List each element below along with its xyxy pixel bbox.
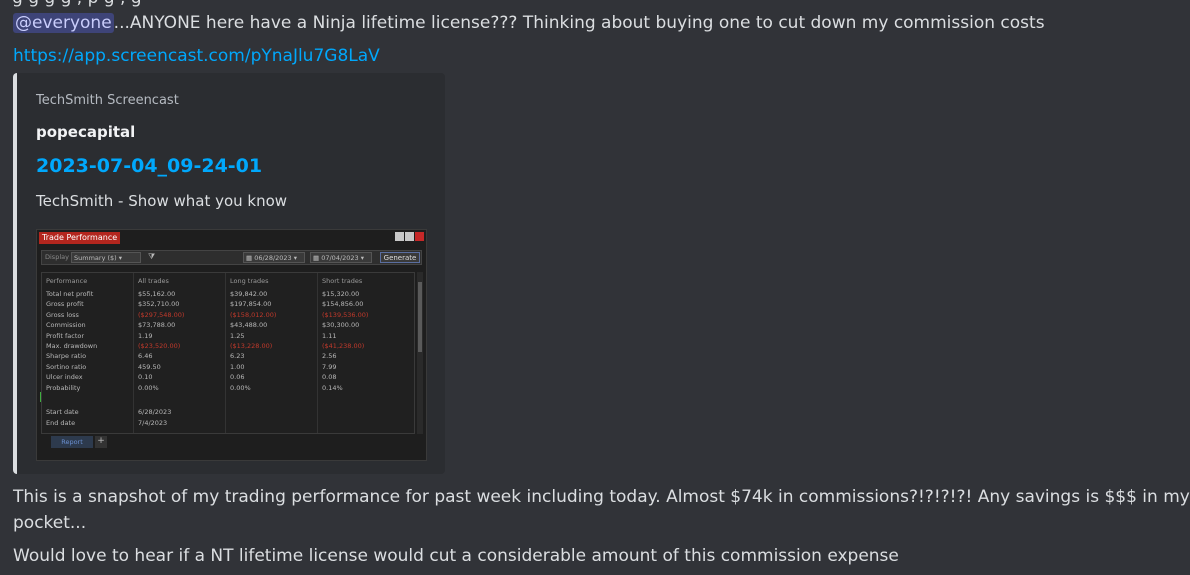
message-text-1: ...ANYONE here have a Ninja lifetime lic… xyxy=(113,13,1045,33)
column-header: Long trades xyxy=(230,277,269,285)
add-tab-icon: + xyxy=(95,436,107,448)
row-label: Probability xyxy=(46,383,81,392)
window-buttons xyxy=(395,232,424,241)
green-marker xyxy=(40,392,41,402)
row-label: Sharpe ratio xyxy=(46,352,87,361)
embed-screenshot[interactable]: Trade Performance Display Summary ($) ▾ … xyxy=(36,229,427,461)
row-label: Sortino ratio xyxy=(46,362,87,371)
cell-short-trades: 7.99 xyxy=(322,362,337,371)
embed-provider[interactable]: TechSmith Screencast xyxy=(36,93,179,108)
message-paragraph-1-line-2: pocket... xyxy=(13,513,87,533)
message-paragraph-1-line-1: This is a snapshot of my trading perform… xyxy=(13,487,1190,507)
date-to: ▦ 07/04/2023 ▾ xyxy=(310,252,372,263)
cell-short-trades: $154,856.00 xyxy=(322,300,364,309)
cell-long-trades: $39,842.00 xyxy=(230,290,268,298)
row-label: Commission xyxy=(46,321,86,330)
cell-all-trades: $73,788.00 xyxy=(138,321,176,330)
maximize-icon xyxy=(405,232,414,241)
screencast-link[interactable]: https://app.screencast.com/pYnaJlu7G8LaV xyxy=(13,46,380,66)
cell-long-trades: 1.25 xyxy=(230,331,245,340)
cell-long-trades: 0.00% xyxy=(230,383,251,392)
everyone-mention[interactable]: @everyone xyxy=(13,13,114,33)
cell-long-trades: $43,488.00 xyxy=(230,321,268,330)
cell-all-trades: 0.10 xyxy=(138,373,153,382)
cell-long-trades: ($13,228.00) xyxy=(230,342,273,350)
display-select: Summary ($) ▾ xyxy=(71,252,141,263)
cell-short-trades: 1.11 xyxy=(322,331,337,340)
funnel-icon: ⧩ xyxy=(148,252,156,261)
cell-long-trades: 0.06 xyxy=(230,373,245,382)
row-label: Profit factor xyxy=(46,331,85,340)
cell-short-trades: $15,320.00 xyxy=(322,290,360,298)
cell-short-trades: 0.14% xyxy=(322,383,343,392)
performance-grid: Performance All trades Long trades Short tr… xyxy=(41,272,415,434)
link-embed: TechSmith Screencast popecapital 2023-07… xyxy=(13,73,445,474)
date-from: ▦ 06/28/2023 ▾ xyxy=(243,252,305,263)
generate-button: Generate xyxy=(380,252,420,263)
cell-short-trades: ($41,238.00) xyxy=(322,342,365,350)
row-label: End date xyxy=(46,419,76,427)
message-line-1: @everyone ...ANYONE here have a Ninja lif… xyxy=(13,12,1045,34)
cell-long-trades: ($158,012.00) xyxy=(230,310,277,319)
cell-all-trades: ($297,548.00) xyxy=(138,310,185,319)
window-title: Trade Performance xyxy=(39,232,121,244)
cell-long-trades: 1.00 xyxy=(230,362,245,371)
cell-short-trades: 0.08 xyxy=(322,373,337,382)
message-paragraph-2: Would love to hear if a NT lifetime lice… xyxy=(13,546,899,566)
cell-all-trades: 7/4/2023 xyxy=(138,419,168,427)
row-label: Total net profit xyxy=(46,290,94,298)
row-label: Ulcer index xyxy=(46,373,83,382)
cell-all-trades: 1.19 xyxy=(138,331,153,340)
column-header: All trades xyxy=(138,277,169,285)
close-icon xyxy=(415,232,424,241)
tab-bar: Report + xyxy=(51,436,107,448)
cell-all-trades: 6/28/2023 xyxy=(138,408,172,416)
display-label: Display xyxy=(45,253,69,261)
row-label: Gross loss xyxy=(46,310,79,319)
cut-off-previous-line: g g g g , p g , g xyxy=(12,0,142,8)
cell-all-trades: $55,162.00 xyxy=(138,290,176,298)
embed-author[interactable]: popecapital xyxy=(36,123,135,141)
cell-all-trades: 459.50 xyxy=(138,362,161,371)
cell-all-trades: $352,710.00 xyxy=(138,300,180,309)
cell-all-trades: 6.46 xyxy=(138,352,153,361)
row-label: Max. drawdown xyxy=(46,342,98,350)
column-header: Short trades xyxy=(322,277,363,285)
cell-long-trades: 6.23 xyxy=(230,352,245,361)
cell-short-trades: 2.56 xyxy=(322,352,337,361)
toolbar: Display Summary ($) ▾ ⧩ ▦ 06/28/2023 ▾ ▦… xyxy=(41,250,422,265)
cell-long-trades: $197,854.00 xyxy=(230,300,272,309)
row-label: Start date xyxy=(46,408,79,416)
row-label: Gross profit xyxy=(46,300,84,309)
column-header: Performance xyxy=(46,277,88,285)
cell-all-trades: ($23,520.00) xyxy=(138,342,181,350)
embed-description: TechSmith - Show what you know xyxy=(36,192,288,210)
tab-report: Report xyxy=(51,436,93,448)
cell-short-trades: ($139,536.00) xyxy=(322,310,369,319)
scrollbar xyxy=(417,272,423,434)
minimize-icon xyxy=(395,232,404,241)
embed-title[interactable]: 2023-07-04_09-24-01 xyxy=(36,155,262,177)
cell-short-trades: $30,300.00 xyxy=(322,321,360,330)
cell-all-trades: 0.00% xyxy=(138,383,159,392)
